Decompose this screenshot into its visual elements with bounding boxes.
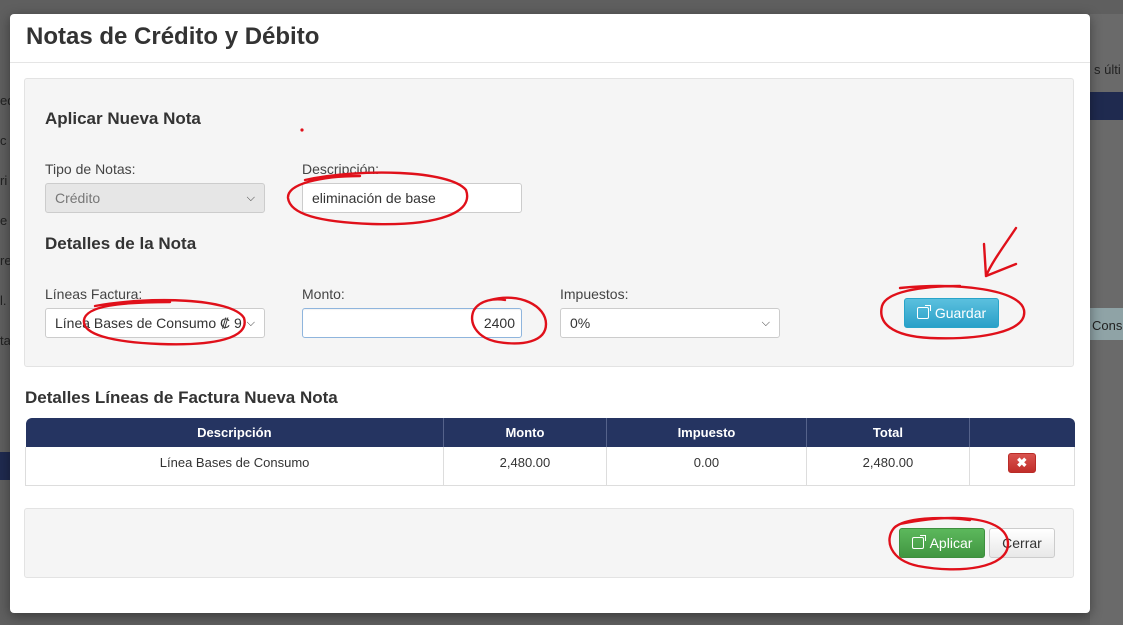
- background-text-fragment: c: [0, 133, 7, 148]
- chevron-down-icon: ⌵: [246, 316, 255, 329]
- modal-footer: Aplicar Cerrar: [24, 508, 1074, 578]
- cerrar-button[interactable]: Cerrar: [989, 528, 1055, 558]
- monto-input-value: 2400: [483, 315, 515, 331]
- chevron-down-icon: ⌵: [761, 316, 770, 329]
- cell-actions: ✖: [969, 447, 1076, 486]
- monto-input[interactable]: 2400: [302, 308, 522, 338]
- aplicar-button[interactable]: Aplicar: [899, 528, 985, 558]
- guardar-button[interactable]: Guardar: [904, 298, 999, 328]
- monto-label: Monto:: [302, 286, 345, 302]
- cell-total: 2,480.00: [806, 447, 970, 486]
- cell-impuesto: 0.00: [606, 447, 808, 486]
- column-header-total: Total: [806, 418, 970, 447]
- column-header-actions: [969, 418, 1075, 447]
- title-divider: [10, 62, 1090, 63]
- notes-modal: Notas de Crédito y Débito Aplicar Nueva …: [10, 14, 1090, 613]
- cell-descripcion: Línea Bases de Consumo: [24, 447, 445, 486]
- lines-table-title: Detalles Líneas de Factura Nueva Nota: [25, 388, 338, 407]
- background-text-fragment: e: [0, 213, 8, 228]
- column-header-descripcion: Descripción: [25, 418, 445, 447]
- external-link-icon: [911, 535, 926, 549]
- external-link-icon: [916, 305, 931, 319]
- column-header-monto: Monto: [443, 418, 607, 447]
- background-header-strip: [1090, 92, 1123, 120]
- table-row: Línea Bases de Consumo 2,480.00 0.00 2,4…: [24, 447, 1076, 486]
- lines-table: Descripción Monto Impuesto Total Línea B…: [24, 418, 1076, 486]
- aplicar-button-label: Aplicar: [929, 535, 973, 551]
- background-text-fragment: s últi: [1094, 62, 1121, 77]
- impuestos-label: Impuestos:: [560, 286, 629, 302]
- impuestos-select[interactable]: 0% ⌵: [560, 308, 780, 338]
- background-header-strip-left: [0, 452, 10, 480]
- background-text-fragment: ri: [0, 173, 8, 188]
- table-header-row: Descripción Monto Impuesto Total: [25, 418, 1075, 447]
- close-icon: ✖: [1016, 455, 1028, 470]
- lineas-select-value: Línea Bases de Consumo ₡ 9: [55, 315, 242, 331]
- guardar-button-label: Guardar: [934, 305, 987, 321]
- background-text-fragment: Cons: [1092, 318, 1123, 333]
- tipo-label: Tipo de Notas:: [45, 161, 136, 177]
- descripcion-label: Descripción:: [302, 161, 380, 177]
- modal-title: Notas de Crédito y Débito: [26, 23, 320, 50]
- details-heading: Detalles de la Nota: [45, 234, 197, 253]
- column-header-impuesto: Impuesto: [606, 418, 808, 447]
- background-text-fragment: l.: [0, 293, 7, 308]
- impuestos-select-value: 0%: [570, 315, 591, 331]
- new-note-panel: Aplicar Nueva Nota Tipo de Notas: Crédit…: [24, 78, 1074, 367]
- tipo-select[interactable]: Crédito ⌵: [45, 183, 265, 213]
- delete-row-button[interactable]: ✖: [1007, 453, 1036, 473]
- descripcion-input-value: eliminación de base: [312, 190, 436, 206]
- cerrar-button-label: Cerrar: [1002, 535, 1042, 551]
- chevron-down-icon: ⌵: [246, 191, 255, 204]
- tipo-select-value: Crédito: [55, 190, 101, 206]
- lineas-select[interactable]: Línea Bases de Consumo ₡ 9 ⌵: [45, 308, 265, 338]
- descripcion-input[interactable]: eliminación de base: [302, 183, 522, 213]
- cell-monto: 2,480.00: [443, 447, 607, 486]
- lineas-label: Líneas Factura:: [45, 286, 143, 302]
- new-note-heading: Aplicar Nueva Nota: [45, 109, 201, 128]
